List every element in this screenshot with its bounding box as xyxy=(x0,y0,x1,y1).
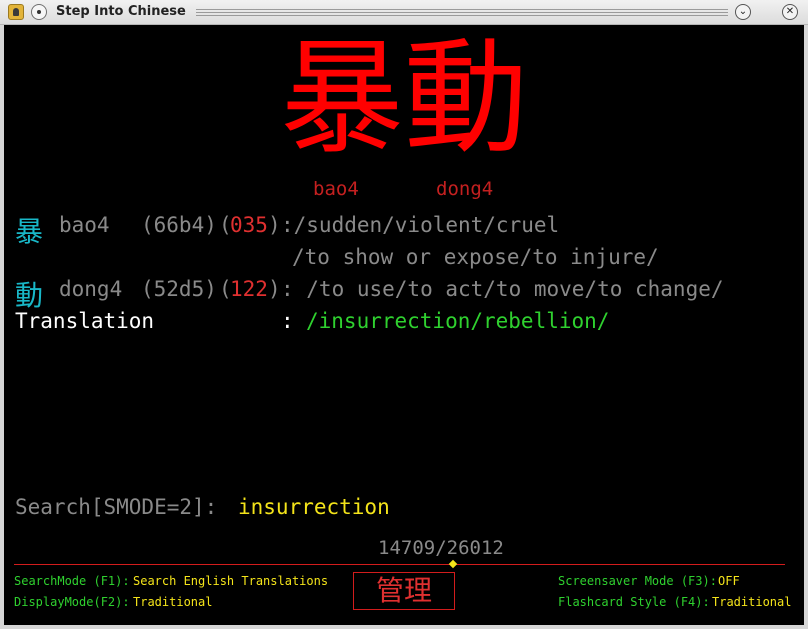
char-1-definition-line1: :/sudden/violent/cruel xyxy=(281,213,560,237)
footer-divider xyxy=(14,564,785,565)
entry-counter: 14709/26012 xyxy=(378,537,504,559)
window-menu-button[interactable] xyxy=(31,4,47,20)
app-icon xyxy=(8,4,24,20)
char-1-radical-close: ) xyxy=(268,213,281,237)
char-2-hanzi: 動 xyxy=(15,279,44,312)
char-2-radical: 122 xyxy=(230,277,268,301)
display-mode-label: DisplayMode(F2): xyxy=(14,595,130,609)
char-2-radical-close: ) xyxy=(268,277,281,301)
admin-button[interactable]: 管理 xyxy=(353,572,455,610)
search-input[interactable]: insurrection xyxy=(238,495,390,519)
close-button[interactable]: ✕ xyxy=(782,4,798,20)
char-1-code: (66b4) xyxy=(141,213,217,237)
titlebar-grip xyxy=(196,9,728,16)
flashcard-style-value[interactable]: Traditional xyxy=(712,595,791,609)
screensaver-mode-value[interactable]: OFF xyxy=(718,574,740,588)
char-1-radical: 035 xyxy=(230,213,268,237)
window-title: Step Into Chinese xyxy=(56,4,186,19)
headword-hanzi: 暴動 xyxy=(280,27,529,171)
char-1-hanzi: 暴 xyxy=(15,215,44,248)
char-2-pinyin: dong4 xyxy=(59,277,123,301)
char-2-definition-line1: : /to use/to act/to move/to change/ xyxy=(281,277,724,301)
screensaver-mode-label: Screensaver Mode (F3): xyxy=(558,574,717,588)
char-1-definition-line2: /to show or expose/to injure/ xyxy=(292,245,659,269)
app-screen: 暴動 bao4 dong4 暴 bao4 (66b4) ( 035 ) :/su… xyxy=(4,25,804,625)
display-mode-value[interactable]: Traditional xyxy=(133,595,212,609)
flashcard-style-label: Flashcard Style (F4): xyxy=(558,595,710,609)
minimize-button[interactable]: ⌄ xyxy=(735,4,751,20)
window-titlebar[interactable]: Step Into Chinese ⌄ ✕ xyxy=(0,0,808,25)
search-mode-label: SearchMode (F1): xyxy=(14,574,130,588)
translation-colon: : xyxy=(281,309,294,333)
divider-marker xyxy=(448,559,458,569)
char-2-code: (52d5) xyxy=(141,277,217,301)
char-1-pinyin: bao4 xyxy=(59,213,110,237)
translation-value: /insurrection/rebellion/ xyxy=(306,309,610,333)
search-mode-value[interactable]: Search English Translations xyxy=(133,574,328,588)
search-label: Search[SMODE=2]: xyxy=(15,495,218,519)
headword-pinyin-1: bao4 xyxy=(313,178,359,200)
headword-pinyin-2: dong4 xyxy=(436,178,494,200)
translation-label: Translation xyxy=(15,309,155,333)
